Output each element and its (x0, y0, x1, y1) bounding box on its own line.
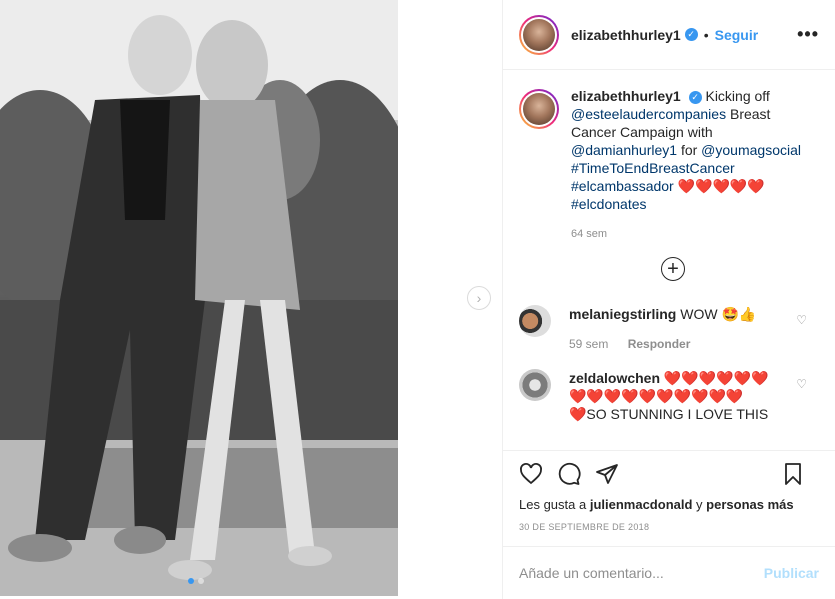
comment-item: melaniegstirling WOW 🤩👍 59 sem Responder… (519, 305, 819, 353)
avatar (523, 18, 555, 51)
verified-badge-icon: ✓ (684, 28, 698, 41)
comment-body: melaniegstirling WOW 🤩👍 59 sem Responder (569, 305, 789, 353)
caption-text-part: for (680, 142, 698, 158)
comments-section[interactable]: elizabethhurley1 ✓ Kicking off @esteelau… (503, 71, 835, 449)
avatar[interactable] (519, 305, 551, 337)
likes-prefix: Les gusta a (519, 497, 587, 512)
paper-plane-icon[interactable] (595, 462, 619, 486)
carousel-dot (198, 578, 204, 584)
verified-badge-icon: ✓ (688, 90, 702, 104)
hashtag-link[interactable]: #elcdonates (571, 196, 647, 212)
post-side-panel: elizabethhurley1 ✓ • Seguir ••• elizabet… (502, 0, 835, 599)
hashtag-link[interactable]: #elcambassador (571, 178, 674, 194)
photo-area: › (0, 0, 502, 599)
action-row (519, 459, 819, 489)
author-avatar-ring[interactable] (519, 14, 559, 55)
comment-text: WOW 🤩👍 (680, 306, 757, 322)
comment-text: ❤️SO STUNNING I LOVE THIS (569, 406, 769, 422)
likes-others-link[interactable]: personas más (706, 497, 793, 512)
post-date[interactable]: 30 DE SEPTIEMBRE DE 2018 (519, 522, 819, 532)
mention-link[interactable]: @esteelaudercompanies (571, 106, 726, 122)
comment-like-icon[interactable]: ♡ (796, 377, 807, 391)
caption-text-part: Kicking off (705, 88, 770, 104)
heart-emojis: ❤️❤️❤️❤️❤️❤️ (663, 370, 769, 386)
load-more-comments-button[interactable]: + (661, 257, 685, 281)
likes-middle: y (696, 497, 703, 512)
comment-like-icon[interactable]: ♡ (796, 313, 807, 327)
heart-icon[interactable] (519, 462, 543, 486)
heart-emojis: ❤️❤️❤️❤️❤️ (677, 178, 765, 194)
comment-timestamp[interactable]: 59 sem (569, 337, 608, 351)
chevron-right-icon: › (476, 290, 482, 306)
photo-illustration (0, 0, 398, 596)
post-photo[interactable] (0, 0, 398, 596)
post-actions: Les gusta a julienmacdonald y personas m… (503, 450, 835, 532)
caption-username[interactable]: elizabethhurley1 (571, 88, 681, 104)
mention-link[interactable]: @damianhurley1 (571, 142, 677, 158)
more-options-icon[interactable]: ••• (797, 24, 819, 45)
caption-timestamp[interactable]: 64 sem (571, 225, 819, 243)
carousel-dots (188, 578, 204, 584)
follow-button[interactable]: Seguir (715, 27, 759, 43)
publish-button[interactable]: Publicar (764, 565, 819, 581)
plus-icon: + (667, 258, 679, 280)
heart-emojis: ❤️❤️❤️❤️❤️❤️❤️❤️❤️❤️ (569, 388, 744, 404)
comment-meta: 59 sem Responder (569, 335, 789, 353)
likes-summary: Les gusta a julienmacdonald y personas m… (519, 497, 819, 512)
comment-input[interactable] (519, 565, 764, 581)
caption-text: elizabethhurley1 ✓ Kicking off @esteelau… (571, 87, 819, 243)
comment-username[interactable]: melaniegstirling (569, 306, 676, 322)
likes-user-link[interactable]: julienmacdonald (590, 497, 693, 512)
post-header: elizabethhurley1 ✓ • Seguir ••• (503, 0, 835, 70)
comment-icon[interactable] (557, 462, 581, 486)
comment-item: zeldalowchen ❤️❤️❤️❤️❤️❤️ ❤️❤️❤️❤️❤️❤️❤️… (519, 369, 819, 423)
separator-dot: • (703, 26, 709, 43)
hashtag-link[interactable]: #TimeToEndBreastCancer (571, 160, 735, 176)
carousel-dot-active (188, 578, 194, 584)
comment-body: zeldalowchen ❤️❤️❤️❤️❤️❤️ ❤️❤️❤️❤️❤️❤️❤️… (569, 369, 809, 423)
reply-button[interactable]: Responder (628, 337, 691, 351)
mention-link[interactable]: @youmagsocial (701, 142, 801, 158)
avatar (523, 93, 555, 125)
next-photo-button[interactable]: › (467, 286, 491, 310)
add-comment-bar: Publicar (503, 546, 835, 599)
bookmark-icon[interactable] (781, 462, 805, 486)
caption-avatar-ring[interactable] (519, 89, 559, 129)
author-username[interactable]: elizabethhurley1 (571, 27, 681, 43)
post-caption: elizabethhurley1 ✓ Kicking off @esteelau… (519, 87, 819, 243)
comment-username[interactable]: zeldalowchen (569, 370, 660, 386)
avatar[interactable] (519, 369, 551, 401)
